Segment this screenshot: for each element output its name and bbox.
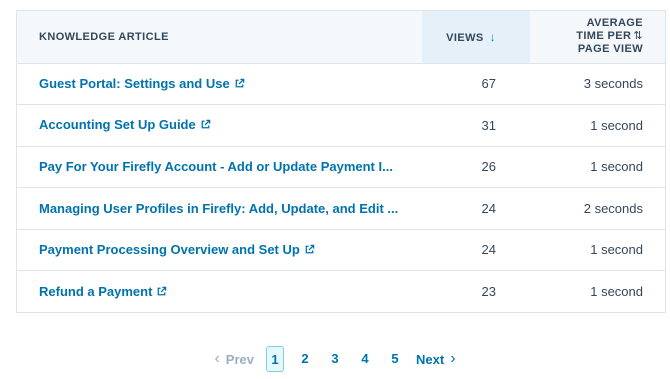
page-button-5[interactable]: 5 <box>386 346 404 372</box>
chevron-left-icon: ‹ <box>214 350 220 367</box>
chevron-right-icon: › <box>450 350 456 367</box>
table-header-row: KNOWLEDGE ARTICLE VIEWS ↓ AVERAGE TIME PE… <box>17 11 665 64</box>
article-link[interactable]: Accounting Set Up Guide <box>39 117 196 132</box>
external-link-icon[interactable] <box>234 77 245 92</box>
avg-time-cell: 1 second <box>530 104 665 147</box>
views-cell: 24 <box>422 187 530 230</box>
header-article-label: KNOWLEDGE ARTICLE <box>39 30 169 43</box>
page-list: 12345 <box>260 346 410 372</box>
next-label: Next <box>416 351 445 367</box>
external-link-icon[interactable] <box>304 243 315 258</box>
article-cell: Accounting Set Up Guide <box>17 104 422 147</box>
page-button-1[interactable]: 1 <box>266 346 284 372</box>
article-cell: Guest Portal: Settings and Use <box>17 63 422 105</box>
article-link[interactable]: Pay For Your Firefly Account - Add or Up… <box>39 159 393 174</box>
article-cell: Managing User Profiles in Firefly: Add, … <box>17 187 422 230</box>
sort-descending-icon[interactable]: ↓ <box>490 30 496 44</box>
avg-time-cell: 1 second <box>530 146 665 188</box>
table-row: Pay For Your Firefly Account - Add or Up… <box>17 146 665 188</box>
header-time-line2: TIME PER <box>576 30 632 43</box>
avg-time-cell: 1 second <box>590 284 643 299</box>
article-cell: Refund a Payment <box>17 271 422 313</box>
page-button-3[interactable]: 3 <box>326 346 344 372</box>
avg-time-cell: 1 second <box>530 229 665 271</box>
table-row: Refund a Payment 23 1 second <box>17 271 665 313</box>
views-cell: 67 <box>422 63 530 105</box>
sort-toggle-icon[interactable]: ⇅ <box>633 30 643 42</box>
page-button-2[interactable]: 2 <box>296 346 314 372</box>
knowledge-article-table: KNOWLEDGE ARTICLE VIEWS ↓ AVERAGE TIME PE… <box>16 10 666 313</box>
header-time-line1: AVERAGE <box>586 17 643 30</box>
header-knowledge-article[interactable]: KNOWLEDGE ARTICLE <box>17 11 422 64</box>
table-row: Guest Portal: Settings and Use 67 3 second… <box>17 63 665 105</box>
article-link[interactable]: Guest Portal: Settings and Use <box>39 76 230 91</box>
table-row: Managing User Profiles in Firefly: Add, … <box>17 187 665 230</box>
article-link[interactable]: Refund a Payment <box>39 284 152 299</box>
article-link[interactable]: Managing User Profiles in Firefly: Add, … <box>39 201 398 216</box>
header-average-time[interactable]: AVERAGE TIME PER ⇅ PAGE VIEW <box>530 11 665 64</box>
table-row: Accounting Set Up Guide 31 1 second <box>17 104 665 147</box>
views-cell: 26 <box>422 146 530 188</box>
next-button[interactable]: Next › <box>416 351 462 367</box>
external-link-icon[interactable] <box>156 285 167 300</box>
avg-time-cell: 2 seconds <box>530 187 665 230</box>
header-views-label: VIEWS <box>446 31 484 44</box>
prev-button[interactable]: ‹ Prev <box>208 351 254 367</box>
external-link-icon[interactable] <box>200 118 211 133</box>
page-button-4[interactable]: 4 <box>356 346 374 372</box>
article-cell: Payment Processing Overview and Set Up <box>17 229 422 271</box>
views-cell: 24 <box>422 229 530 271</box>
article-link[interactable]: Payment Processing Overview and Set Up <box>39 242 300 257</box>
header-time-line3: PAGE VIEW <box>577 43 643 56</box>
views-cell: 31 <box>422 104 530 147</box>
prev-label: Prev <box>225 351 254 367</box>
avg-time-cell: 3 seconds <box>530 63 665 105</box>
header-views[interactable]: VIEWS ↓ <box>422 11 530 64</box>
views-cell: 23 <box>481 284 496 299</box>
pagination: ‹ Prev 12345 Next › <box>0 346 670 372</box>
table-row: Payment Processing Overview and Set Up 24… <box>17 229 665 271</box>
article-cell: Pay For Your Firefly Account - Add or Up… <box>17 146 422 188</box>
